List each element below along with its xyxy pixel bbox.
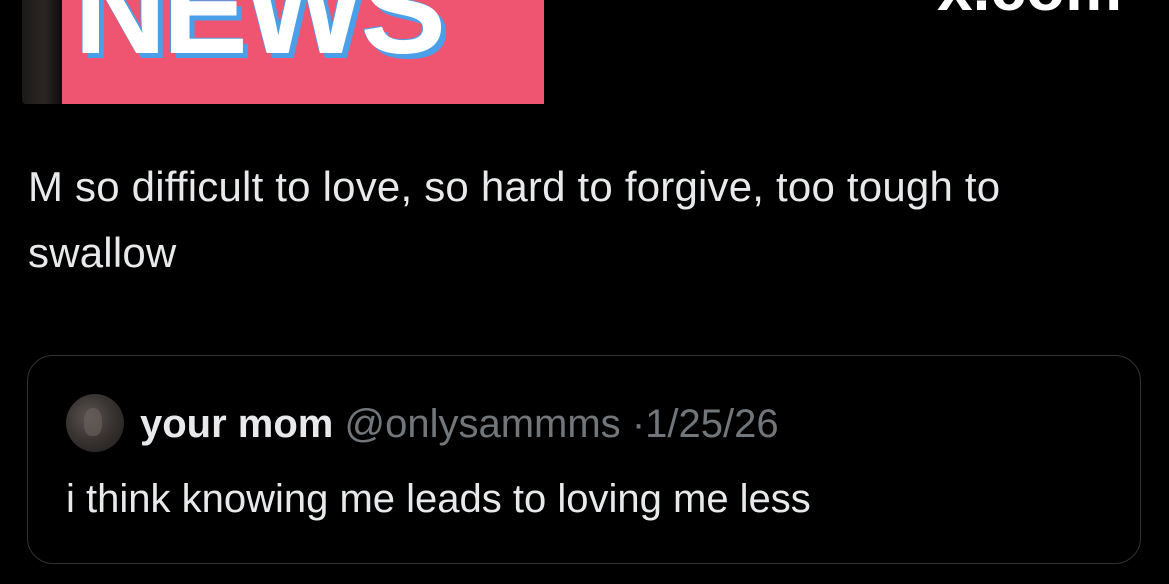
quoted-tweet-header: your mom @onlysammms ·1/25/26 (140, 400, 779, 448)
quoted-tweet-handle[interactable]: @onlysammms (344, 402, 620, 446)
link-card-side-image (22, 0, 62, 104)
tweet-text: M so difficult to love, so hard to forgi… (28, 163, 1001, 276)
link-card-media[interactable]: NEWS x.com (22, 0, 1169, 106)
quoted-tweet-card[interactable]: your mom @onlysammms ·1/25/26 i think kn… (27, 355, 1141, 564)
quoted-tweet-separator: · (631, 402, 646, 446)
news-graphic: NEWS (62, 0, 544, 104)
quoted-tweet-display-name[interactable]: your mom (140, 402, 333, 446)
link-card-domain[interactable]: x.com (937, 0, 1122, 20)
quoted-tweet-text: i think knowing me leads to loving me le… (66, 477, 811, 521)
quoted-tweet-avatar[interactable] (66, 394, 124, 452)
quoted-tweet-date[interactable]: 1/25/26 (645, 402, 778, 446)
news-graphic-text: NEWS (74, 0, 446, 81)
